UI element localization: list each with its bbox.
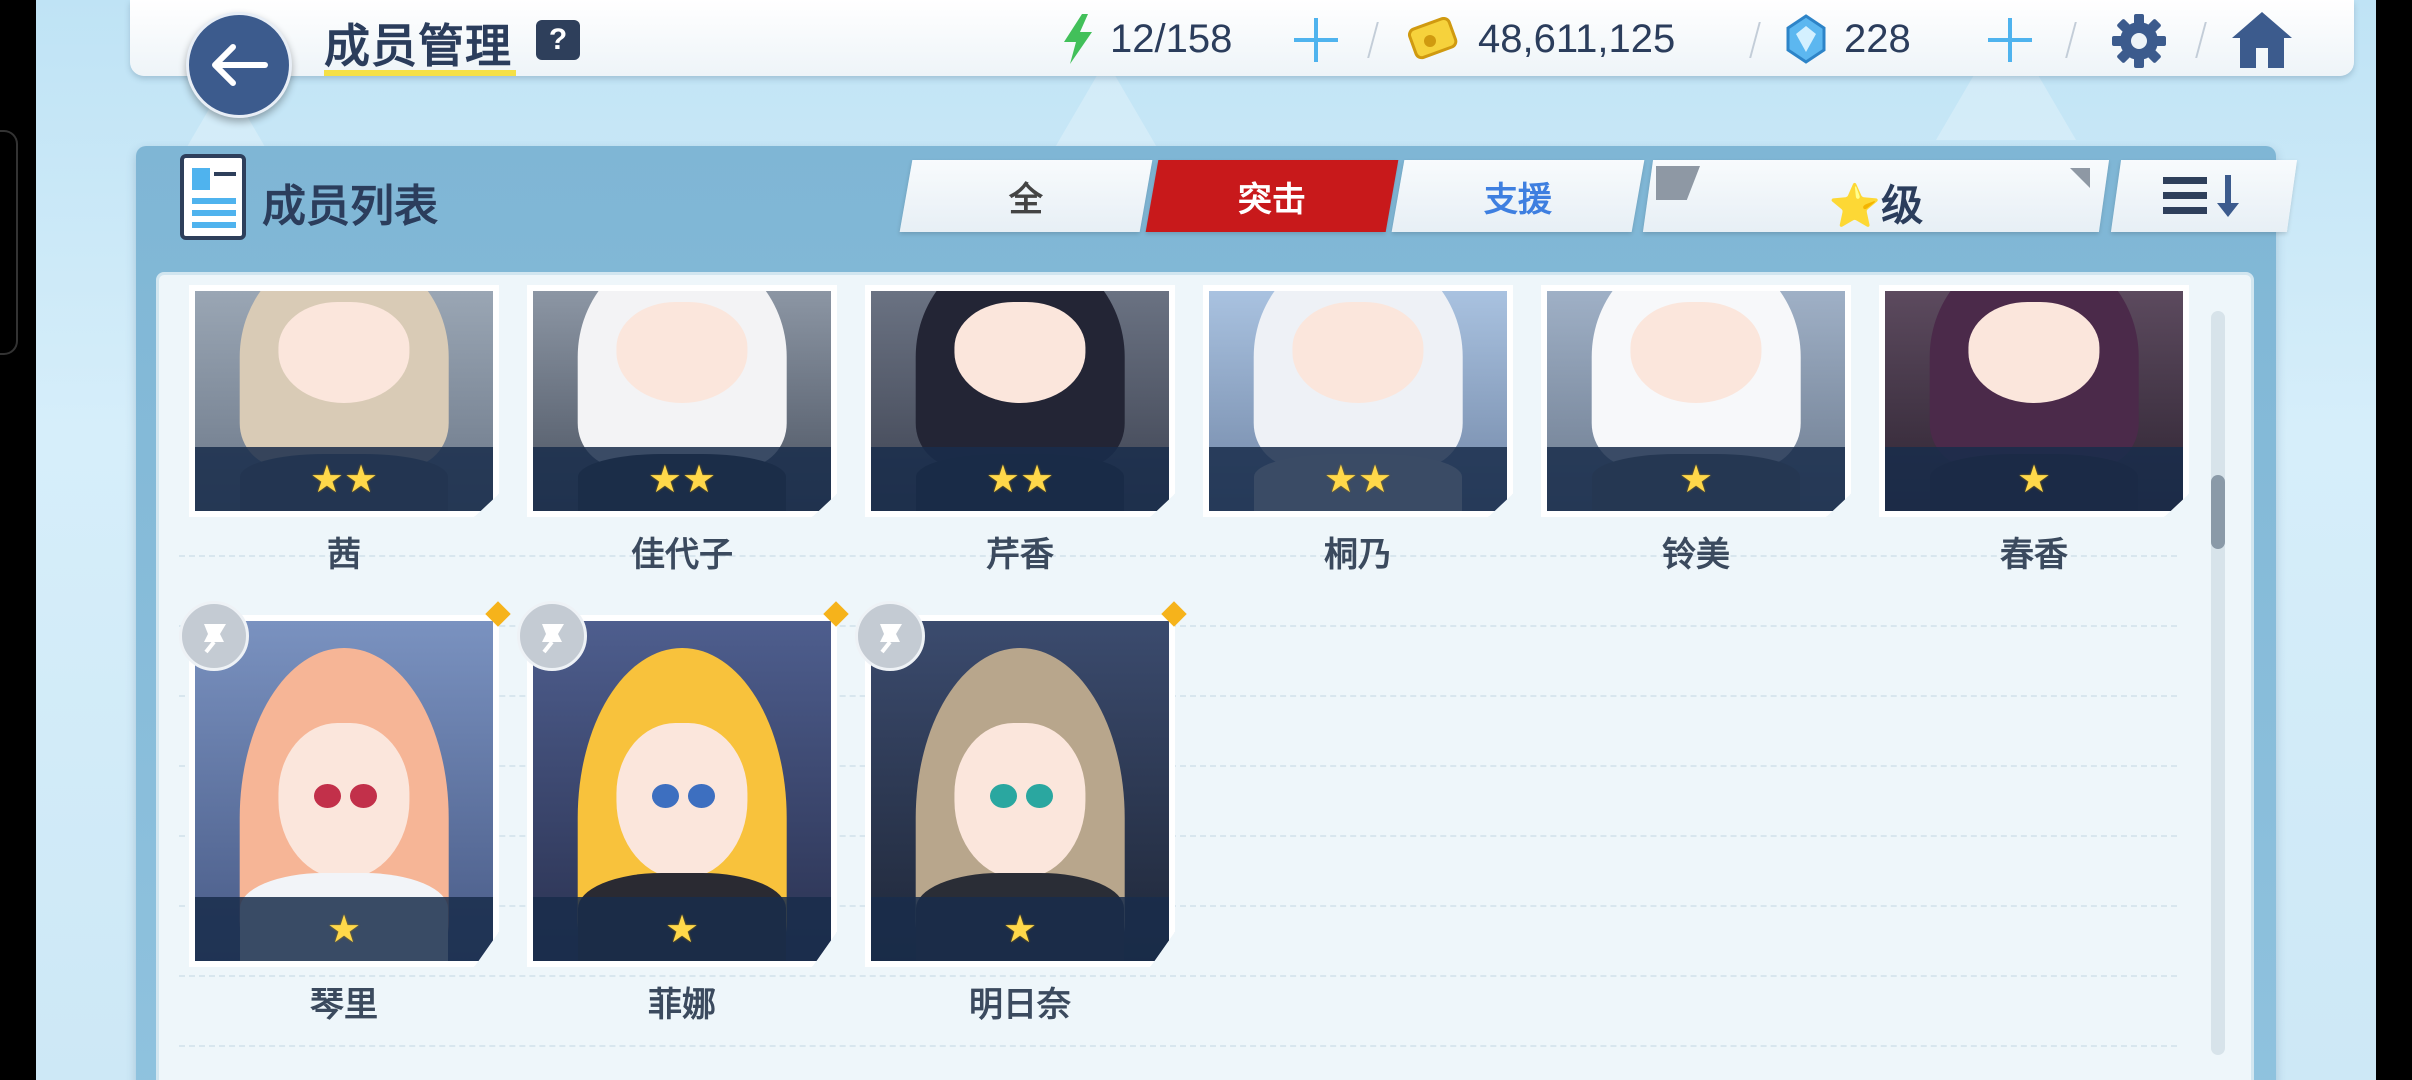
page-title: 成员管理: [324, 20, 512, 72]
home-icon: [2232, 12, 2292, 68]
member-card[interactable]: ★ 明日奈: [855, 601, 1187, 1035]
member-card[interactable]: ★★ 佳代子: [527, 285, 837, 615]
star-rating: ★: [1547, 447, 1845, 511]
member-card[interactable]: ★ 菲娜: [517, 601, 849, 1035]
tab-striker[interactable]: 突击: [1145, 160, 1399, 232]
member-list-panel: 成员列表 全 突击 支援 ⭐级 ★★ 茜 ★★ 佳代子 ★★ 芹香 ★★ 桐乃 …: [136, 146, 2298, 1080]
gem-counter: 228: [1786, 14, 1911, 64]
star-rating: ★: [533, 897, 831, 961]
member-name: 琴里: [310, 986, 378, 1024]
tab-striker-label: 突击: [1238, 180, 1306, 219]
settings-button[interactable]: [2110, 12, 2168, 75]
stars: ★★: [1323, 458, 1393, 501]
tab-all[interactable]: 全: [899, 160, 1153, 232]
star-rating: ★★: [871, 447, 1169, 511]
stars: ★: [326, 908, 362, 951]
back-arrow-icon: [212, 44, 268, 86]
title-underline: [324, 70, 516, 76]
gem-value: 228: [1844, 16, 1911, 61]
filter-label: ⭐级: [1828, 182, 1924, 229]
star-rating: ★: [871, 897, 1169, 961]
member-name: 桐乃: [1324, 536, 1392, 574]
star-rating: ★: [1885, 447, 2183, 511]
member-card[interactable]: ★ 铃美: [1541, 285, 1851, 615]
filter-button[interactable]: ⭐级: [1642, 160, 2110, 232]
member-name: 铃美: [1662, 536, 1730, 574]
star-rating: ★★: [195, 447, 493, 511]
tab-all-label: 全: [1009, 180, 1043, 219]
credit-value: 48,611,125: [1478, 16, 1676, 61]
stars: ★★: [309, 458, 379, 501]
member-card[interactable]: ★★ 桐乃: [1203, 285, 1513, 615]
stars: ★: [2016, 458, 2052, 501]
scroll-thumb[interactable]: [2211, 475, 2225, 549]
member-name: 佳代子: [631, 536, 733, 574]
ap-value: 12/158: [1110, 16, 1233, 61]
scrollbar[interactable]: [2211, 311, 2225, 1055]
member-grid[interactable]: ★★ 茜 ★★ 佳代子 ★★ 芹香 ★★ 桐乃 ★ 铃美 ★ 春香 ★ 琴里 ★…: [156, 272, 2254, 1080]
pin-icon[interactable]: [855, 601, 925, 671]
member-name: 菲娜: [648, 986, 716, 1024]
stars: ★★: [985, 458, 1055, 501]
star-rating: ★: [195, 897, 493, 961]
gear-icon: [2112, 14, 2166, 68]
credit-counter: 48,611,125: [1408, 14, 1675, 64]
tab-special[interactable]: 支援: [1391, 160, 1645, 232]
member-name: 春香: [2000, 536, 2068, 574]
edge-tab: [0, 130, 18, 355]
stars: ★: [1002, 908, 1038, 951]
member-name: 明日奈: [969, 986, 1071, 1024]
member-name: 芹香: [986, 536, 1054, 574]
sort-descending-icon: [2163, 175, 2239, 217]
stars: ★★: [647, 458, 717, 501]
panel-header: 成员列表 全 突击 支援 ⭐级: [136, 146, 2298, 256]
member-card[interactable]: ★★ 芹香: [865, 285, 1175, 615]
credit-card-icon: [1408, 17, 1458, 60]
back-button[interactable]: [186, 12, 292, 118]
role-tabs: 全 突击 支援: [899, 160, 1645, 232]
member-card[interactable]: ★ 琴里: [179, 601, 511, 1035]
panel-title: 成员列表: [262, 182, 438, 231]
star-rating: ★★: [533, 447, 831, 511]
stars: ★: [664, 908, 700, 951]
stars: ★: [1678, 458, 1714, 501]
member-name: 茜: [327, 536, 361, 574]
game-screen: 12/158 48,611,125 228 成员管理 ? 成员列表 全 突击 支…: [36, 0, 2376, 1080]
sort-order-button[interactable]: [2110, 160, 2298, 232]
home-button[interactable]: [2230, 10, 2294, 75]
help-button[interactable]: ?: [536, 20, 580, 60]
ap-counter: 12/158: [1060, 14, 1232, 64]
gem-add-button[interactable]: [1986, 16, 2034, 64]
lightning-icon: [1064, 14, 1092, 64]
tab-special-label: 支援: [1484, 180, 1552, 219]
dropdown-corner-icon: [2070, 168, 2090, 188]
ap-add-button[interactable]: [1292, 16, 1340, 64]
member-card[interactable]: ★ 春香: [1879, 285, 2189, 615]
member-card[interactable]: ★★ 茜: [189, 285, 499, 615]
pin-icon[interactable]: [179, 601, 249, 671]
gem-icon: [1786, 14, 1826, 64]
pin-icon[interactable]: [517, 601, 587, 671]
star-rating: ★★: [1209, 447, 1507, 511]
member-card-icon: [180, 154, 246, 240]
